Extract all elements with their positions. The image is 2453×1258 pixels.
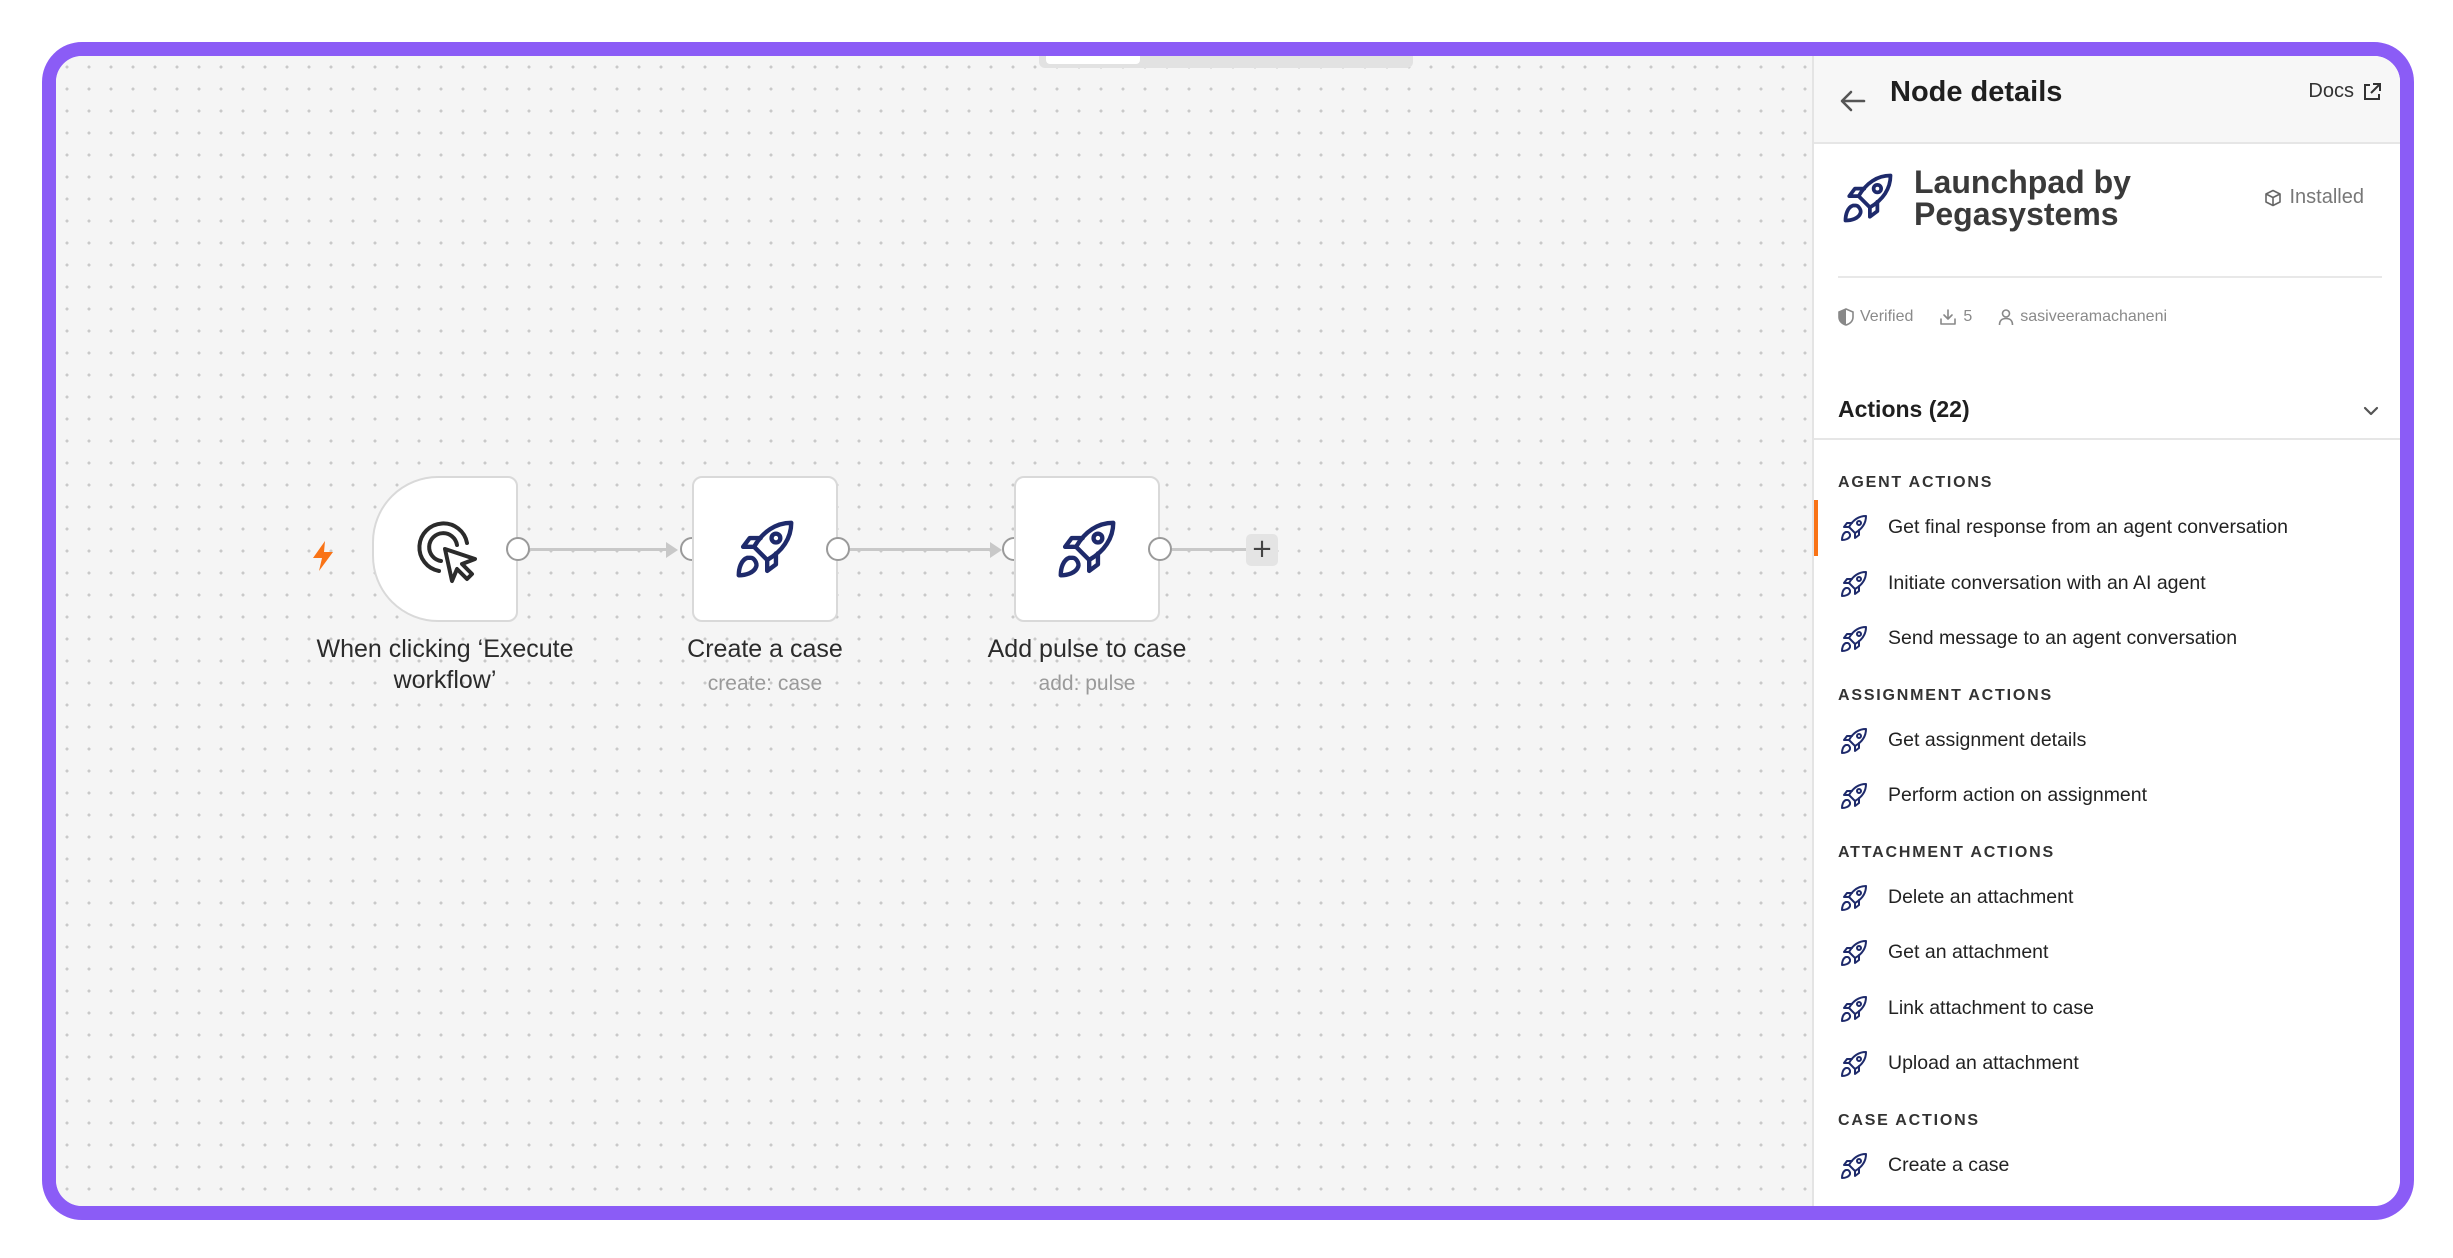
- edge-arrow: [990, 542, 1002, 558]
- connection-edge[interactable]: [850, 548, 994, 551]
- rocket-icon: [1841, 1051, 1867, 1077]
- workflow-canvas[interactable]: When clicking ‘Execute workflow’ Create …: [56, 56, 1812, 1206]
- action-item[interactable]: Initiate conversation with an AI agent: [1814, 560, 2400, 608]
- node-create-case-output-handle[interactable]: [826, 537, 850, 561]
- author-name: sasiveeramachaneni: [2020, 308, 2168, 325]
- app-frame: When clicking ‘Execute workflow’ Create …: [42, 42, 2414, 1220]
- lightning-icon: [313, 541, 333, 571]
- node-details-panel: Node details Docs Launchpad by Pegasyste…: [1812, 56, 2400, 1206]
- installed-label: Installed: [2289, 186, 2365, 208]
- rocket-icon: [736, 520, 794, 578]
- node-subtitle: add: pulse: [1038, 672, 1136, 695]
- downloads-count: 5: [1939, 308, 1972, 326]
- back-arrow-icon[interactable]: [1838, 86, 1868, 116]
- action-label: Send message to an agent conversation: [1888, 627, 2238, 649]
- section-label: ASSIGNMENT ACTIONS: [1838, 686, 2053, 704]
- verified-label: Verified: [1860, 308, 1914, 325]
- action-item[interactable]: Get an attachment: [1814, 929, 2400, 977]
- action-label: Link attachment to case: [1888, 996, 2094, 1019]
- docs-label: Docs: [2308, 80, 2354, 102]
- rocket-icon: [1841, 783, 1867, 809]
- section-label: ATTACHMENT ACTIONS: [1838, 843, 2055, 861]
- box-icon: [2264, 189, 2281, 206]
- action-label: Get an attachment: [1888, 941, 2049, 963]
- package-name: Launchpad by Pegasystems: [1914, 164, 2131, 232]
- action-item[interactable]: Link attachment to case: [1814, 985, 2400, 1033]
- canvas-top-tab[interactable]: [1046, 56, 1140, 64]
- rocket-icon: [1841, 515, 1867, 541]
- rocket-icon: [1841, 1152, 1867, 1179]
- action-item[interactable]: Get final response from an agent convers…: [1814, 500, 2400, 556]
- rocket-icon: [1058, 520, 1116, 578]
- node-create-case[interactable]: [692, 476, 838, 622]
- divider: [1814, 438, 2400, 440]
- author-info: sasiveeramachaneni: [1998, 308, 2167, 326]
- rocket-icon: [1843, 173, 1893, 223]
- external-link-icon: [2364, 82, 2381, 100]
- divider: [1838, 276, 2382, 278]
- rocket-icon: [1841, 940, 1867, 966]
- action-label: Delete an attachment: [1888, 885, 2074, 908]
- node-title: When clicking ‘Execute workflow’: [316, 635, 574, 694]
- node-trigger-output-handle[interactable]: [506, 537, 530, 561]
- download-icon: [1940, 309, 1957, 325]
- node-title: Add pulse to case: [987, 635, 1187, 663]
- rocket-icon: [1841, 995, 1867, 1022]
- user-icon: [1998, 309, 2014, 326]
- action-label: Initiate conversation with an AI agent: [1888, 571, 2206, 594]
- connection-edge: [1172, 548, 1248, 551]
- node-subtitle: create: case: [707, 672, 823, 695]
- node-add-pulse[interactable]: [1014, 476, 1160, 622]
- node-trigger[interactable]: [372, 476, 518, 622]
- chevron-down-icon[interactable]: [2360, 400, 2382, 422]
- action-label: Upload an attachment: [1888, 1052, 2079, 1074]
- add-node-button[interactable]: +: [1246, 534, 1278, 566]
- action-label: Create a case: [1888, 1153, 2010, 1176]
- panel-title: Node details: [1890, 76, 2063, 108]
- section-label: AGENT ACTIONS: [1838, 474, 1994, 491]
- action-item[interactable]: Create a case: [1814, 1142, 2400, 1190]
- action-item[interactable]: Send message to an agent conversation: [1814, 615, 2400, 663]
- verified-badge: Verified: [1838, 308, 1913, 326]
- action-item[interactable]: Perform action on assignment: [1814, 772, 2400, 820]
- action-label: Get assignment details: [1888, 728, 2087, 751]
- package-meta: Verified 5 sasiveeramachaneni: [1838, 308, 2167, 326]
- edge-arrow: [666, 542, 678, 558]
- action-item[interactable]: Delete an attachment: [1814, 874, 2400, 922]
- downloads-value: 5: [1963, 308, 1973, 325]
- rocket-icon: [1841, 727, 1867, 754]
- node-title: Create a case: [687, 635, 843, 663]
- docs-link[interactable]: Docs: [2308, 80, 2382, 103]
- action-label: Get final response from an agent convers…: [1888, 516, 2288, 538]
- panel-header: Node details Docs: [1814, 56, 2400, 144]
- action-label: Perform action on assignment: [1888, 784, 2148, 806]
- rocket-icon: [1841, 626, 1867, 652]
- connection-edge[interactable]: [530, 548, 670, 551]
- installed-badge: Installed: [2264, 186, 2365, 209]
- action-item[interactable]: Upload an attachment: [1814, 1040, 2400, 1088]
- cursor-click-icon: [417, 521, 477, 583]
- shield-icon: [1838, 308, 1854, 326]
- action-item[interactable]: Get assignment details: [1814, 717, 2400, 765]
- node-add-pulse-output-handle[interactable]: [1148, 537, 1172, 561]
- section-label: CASE ACTIONS: [1838, 1111, 1980, 1129]
- rocket-icon: [1841, 570, 1867, 597]
- rocket-icon: [1841, 884, 1867, 911]
- actions-header[interactable]: Actions (22): [1838, 396, 1970, 423]
